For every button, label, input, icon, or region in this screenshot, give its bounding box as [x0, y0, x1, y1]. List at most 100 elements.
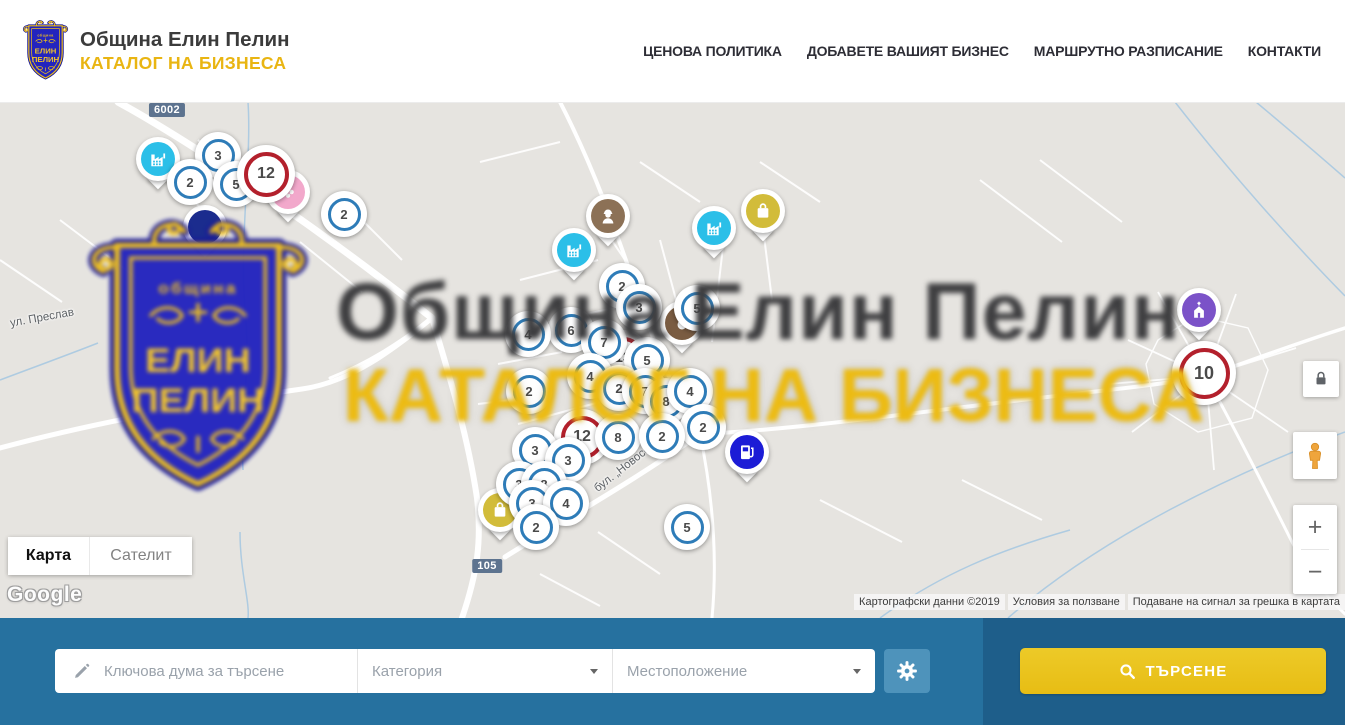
cluster-ring: 2	[646, 420, 679, 453]
cluster-ring: 10	[1179, 348, 1230, 399]
site-subtitle: КАТАЛОГ НА БИЗНЕСА	[80, 53, 290, 74]
cluster-ring: 5	[671, 511, 704, 544]
category-pin-factory[interactable]	[692, 206, 736, 250]
cluster-marker[interactable]: 10	[1172, 341, 1236, 405]
attribution-report-error-link[interactable]: Подаване на сигнал за грешка в картата	[1128, 594, 1345, 610]
category-dropdown[interactable]: Категория	[357, 649, 612, 693]
cluster-ring: 4	[512, 318, 545, 351]
cluster-marker[interactable]: 5	[664, 504, 710, 550]
church-icon	[1182, 293, 1216, 327]
cluster-ring: 3	[623, 291, 656, 324]
category-pin-worker[interactable]	[586, 194, 630, 238]
cluster-count: 2	[532, 520, 539, 535]
cluster-marker[interactable]: 2	[506, 368, 552, 414]
page: Община Елин Пелин КАТАЛОГ НА БИЗНЕСА ЦЕН…	[0, 0, 1345, 725]
markers-layer: 325122132356475422784212823338342510	[0, 102, 1345, 618]
cluster-marker[interactable]: 2	[639, 413, 685, 459]
header: Община Елин Пелин КАТАЛОГ НА БИЗНЕСА ЦЕН…	[0, 0, 1345, 103]
gear-icon	[896, 660, 918, 682]
location-dropdown-value: Местоположение	[627, 663, 747, 680]
location-dropdown[interactable]: Местоположение	[612, 649, 875, 693]
map-type-button-satellite[interactable]: Сателит	[89, 537, 192, 575]
cluster-marker[interactable]: 2	[167, 159, 213, 205]
cluster-ring: 5	[681, 292, 714, 325]
cluster-count: 6	[567, 323, 574, 338]
nav-item-pricing[interactable]: ЦЕНОВА ПОЛИТИКА	[643, 43, 782, 59]
nav-item-contacts[interactable]: КОНТАКТИ	[1248, 43, 1321, 59]
cluster-marker[interactable]: 2	[513, 504, 559, 550]
cluster-count: 3	[635, 300, 642, 315]
cluster-count: 3	[214, 148, 221, 163]
cluster-count: 5	[693, 301, 700, 316]
cluster-count: 4	[524, 327, 531, 342]
map-type-button-map[interactable]: Карта	[8, 537, 89, 575]
category-pin-bag[interactable]	[741, 189, 785, 233]
site-logo[interactable]: Община Елин Пелин КАТАЛОГ НА БИЗНЕСА	[22, 19, 290, 83]
category-pin-church[interactable]	[1177, 288, 1221, 332]
cluster-count: 3	[564, 453, 571, 468]
keyword-search-input[interactable]	[102, 662, 336, 681]
cluster-count: 3	[531, 443, 538, 458]
google-logo[interactable]: Google	[7, 583, 82, 607]
cluster-count: 2	[340, 207, 347, 222]
chevron-down-icon	[853, 669, 861, 674]
map-attribution: Картографски данни ©2019 Условия за полз…	[851, 594, 1345, 610]
cluster-count: 5	[643, 353, 650, 368]
fuel-icon	[730, 435, 764, 469]
cluster-count: 10	[1194, 363, 1214, 384]
search-button[interactable]: ТЪРСЕНЕ	[1020, 648, 1326, 694]
attribution-terms-link[interactable]: Условия за ползване	[1008, 594, 1125, 610]
factory-icon	[697, 211, 731, 245]
cluster-count: 12	[257, 165, 275, 183]
cluster-count: 2	[658, 429, 665, 444]
padlock-icon	[1311, 369, 1331, 389]
cluster-marker[interactable]: 2	[321, 191, 367, 237]
cluster-marker[interactable]: 3	[616, 284, 662, 330]
cluster-count: 4	[562, 496, 569, 511]
zoom-out-button[interactable]: −	[1293, 550, 1337, 594]
category-pin-none[interactable]	[183, 205, 227, 249]
attribution-copyright: Картографски данни ©2019	[854, 594, 1005, 610]
cluster-marker[interactable]: 2	[680, 404, 726, 450]
advanced-settings-button[interactable]	[884, 649, 930, 693]
cluster-ring: 8	[602, 421, 635, 454]
cluster-ring: 2	[520, 511, 553, 544]
chevron-down-icon	[590, 669, 598, 674]
bag-icon	[746, 194, 780, 228]
none-icon	[188, 210, 222, 244]
worker-icon	[591, 199, 625, 233]
cluster-marker[interactable]: 5	[674, 285, 720, 331]
search-button-label: ТЪРСЕНЕ	[1146, 663, 1228, 680]
cluster-ring: 2	[687, 411, 720, 444]
map-type-control: Карта Сателит	[8, 537, 192, 575]
nav-item-route-schedule[interactable]: МАРШРУТНО РАЗПИСАНИЕ	[1034, 43, 1223, 59]
category-dropdown-value: Категория	[372, 663, 442, 680]
cluster-marker[interactable]: 4	[505, 311, 551, 357]
site-title: Община Елин Пелин	[80, 28, 290, 53]
cluster-count: 8	[614, 430, 621, 445]
keyword-field[interactable]	[55, 649, 357, 693]
cluster-count: 4	[686, 384, 693, 399]
nav-item-add-business[interactable]: ДОБАВЕТЕ ВАШИЯТ БИЗНЕС	[807, 43, 1009, 59]
cluster-count: 5	[683, 520, 690, 535]
cluster-ring: 2	[328, 198, 361, 231]
cluster-ring: 4	[674, 375, 707, 408]
zoom-in-button[interactable]: +	[1293, 505, 1337, 549]
brand-text: Община Елин Пелин КАТАЛОГ НА БИЗНЕСА	[80, 28, 290, 74]
pegman-icon	[1302, 442, 1328, 470]
cluster-ring: 12	[244, 152, 289, 197]
municipality-crest-logo	[22, 19, 69, 83]
factory-icon	[557, 233, 591, 267]
cluster-count: 2	[699, 420, 706, 435]
map-canvas[interactable]: 6002105ул. Преславбул. „Новосел 32512213…	[0, 102, 1345, 618]
cluster-count: 2	[525, 384, 532, 399]
cluster-ring: 2	[174, 166, 207, 199]
search-bar: Категория Местоположение	[0, 618, 1345, 725]
lock-button[interactable]	[1303, 361, 1339, 397]
pencil-icon	[73, 663, 90, 680]
cluster-marker[interactable]: 12	[237, 145, 295, 203]
street-view-pegman-button[interactable]	[1293, 432, 1337, 479]
cluster-count: 4	[586, 369, 593, 384]
category-pin-fuel[interactable]	[725, 430, 769, 474]
cluster-marker[interactable]: 8	[595, 414, 641, 460]
